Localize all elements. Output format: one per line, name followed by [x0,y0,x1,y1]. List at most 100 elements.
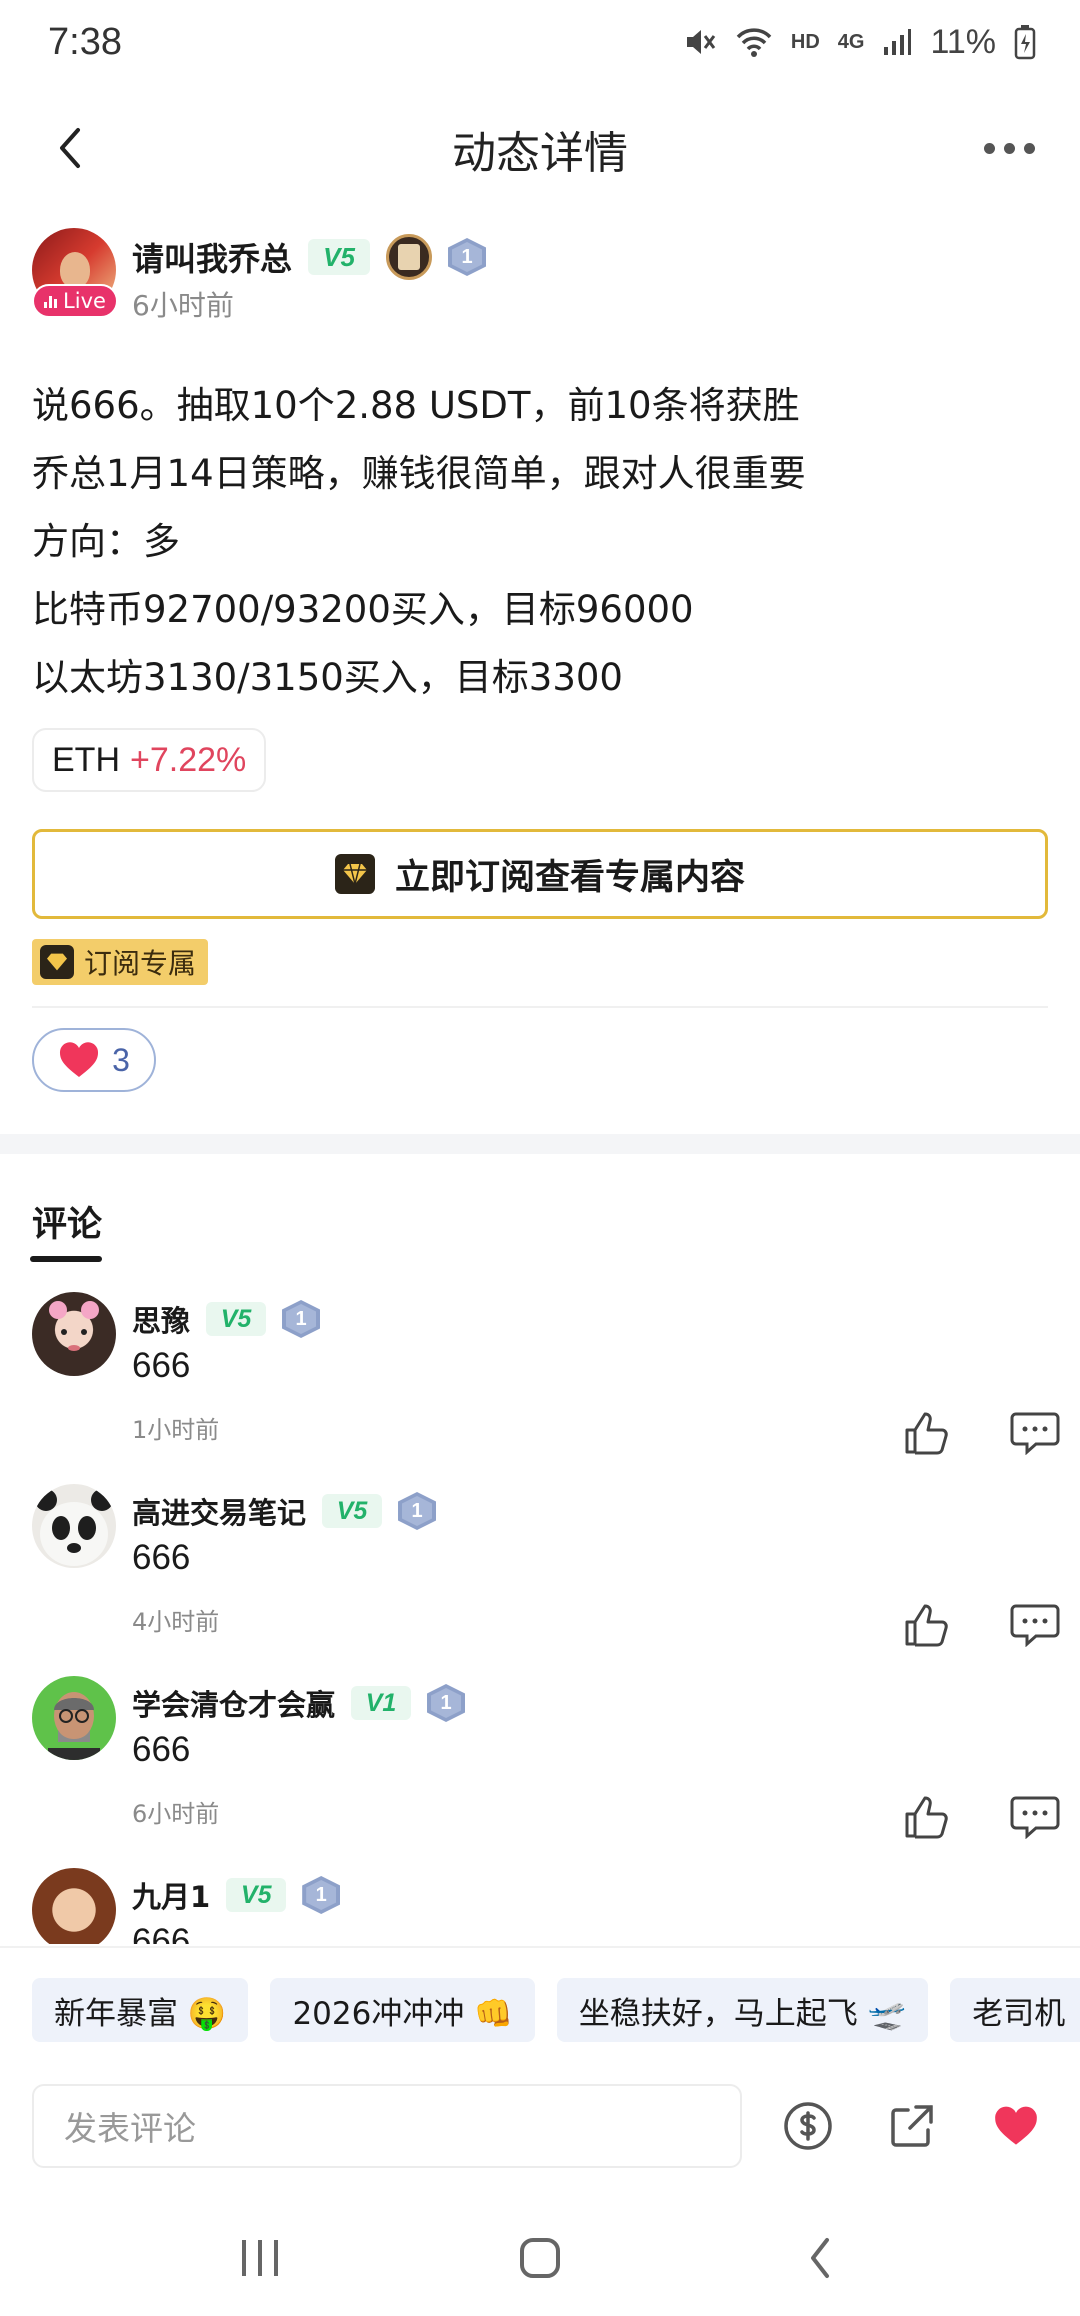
hd-indicator: HD [790,30,820,53]
recent-apps-button[interactable] [215,2218,305,2298]
live-bars-icon [44,294,58,308]
level-badge: 1 [427,1684,466,1722]
live-label: Live [63,289,106,313]
post-line: 方向：多 [32,520,180,563]
subscribe-button[interactable]: 立即订阅查看专属内容 [32,829,1048,919]
subscribe-tag-label: 订阅专属 [84,947,197,980]
back-button[interactable] [30,108,110,188]
diamond-icon [40,945,74,979]
post-content: 说666。抽取10个2.88 USDT，前10条将获胜 乔总1月14日策略，赚钱… [32,372,1048,712]
more-dot-icon [1003,142,1015,154]
battery-percent: 11% [930,22,996,61]
comment-time: 4小时前 [132,1608,220,1636]
comment-reply-button[interactable] [990,1590,1080,1660]
section-divider [0,1134,1080,1154]
quick-reply-chip[interactable]: 老司机 [950,1978,1080,2042]
status-bar: 7:38 HD 4G 11% [0,0,1080,84]
commenter-name[interactable]: 高进交易笔记 [132,1490,306,1532]
commenter-name[interactable]: 九月1 [132,1874,210,1916]
tab-indicator [30,1256,102,1262]
chat-bubble-icon [1010,1412,1060,1455]
home-button[interactable] [495,2218,585,2298]
heart-icon [995,2106,1037,2145]
comment-time: 6小时前 [132,1800,220,1828]
recent-apps-icon [242,2240,278,2276]
commenter-name[interactable]: 思豫 [132,1298,190,1340]
thumbs-up-icon [905,1604,948,1647]
mute-icon [686,30,716,54]
quick-reply-chip[interactable]: 2026冲冲冲 👊 [270,1978,535,2042]
commenter-name[interactable]: 学会清仓才会赢 [132,1682,335,1724]
post-line: 以太坊3130/3150买入，目标3300 [32,656,623,699]
share-button[interactable] [880,2094,944,2158]
more-dot-icon [983,142,995,154]
chat-bubble-icon [1010,1796,1060,1839]
vip-badge: V5 [226,1878,287,1912]
page-header: 动态详情 [0,84,1080,214]
tip-button[interactable] [776,2094,840,2158]
comment-item: 高进交易笔记 V5 1 666 4小时前 [32,1484,1060,1674]
subscribe-label: 立即订阅查看专属内容 [394,857,745,898]
comment-header: 九月1 V5 1 [132,1874,341,1916]
author-name[interactable]: 请叫我乔总 [132,234,292,280]
more-options-button[interactable] [964,118,1054,178]
share-icon [891,2105,933,2147]
author-name-row: 请叫我乔总 V5 1 [132,234,487,280]
favorite-button[interactable] [984,2094,1048,2158]
commenter-avatar[interactable] [32,1676,116,1760]
comment-time: 1小时前 [132,1416,220,1444]
quick-reply-bar: 新年暴富 🤑 2026冲冲冲 👊 坐稳扶好，马上起飞 🛫 老司机 [0,1946,1080,2072]
comment-item: 学会清仓才会赢 V1 1 666 6小时前 [32,1676,1060,1866]
coin-change: +7.22% [130,740,247,779]
quick-reply-list: 新年暴富 🤑 2026冲冲冲 👊 坐稳扶好，马上起飞 🛫 老司机 [32,1978,1080,2042]
tab-comments[interactable]: 评论 [32,1196,102,1247]
tip-coin-icon [784,2102,832,2150]
post-line: 比特币92700/93200买入，目标96000 [32,588,694,631]
comment-header: 思豫 V5 1 [132,1298,321,1340]
comment-text: 666 [132,1538,191,1577]
vip-badge: V1 [351,1686,412,1720]
comment-input[interactable]: 发表评论 [32,2084,742,2168]
thumbs-up-icon [905,1796,948,1839]
network-type: 4G [837,30,865,53]
vip-badge: V5 [308,239,371,275]
level-badge: 1 [302,1876,341,1914]
level-badge: 1 [282,1300,321,1338]
medal-icon [386,234,433,280]
comment-text: 666 [132,1346,191,1385]
divider [32,1006,1048,1008]
quick-reply-chip[interactable]: 新年暴富 🤑 [32,1978,249,2042]
commenter-avatar[interactable] [32,1292,116,1376]
comment-header: 高进交易笔记 V5 1 [132,1490,437,1532]
comment-item: 九月1 V5 1 666 [32,1868,1048,1944]
diamond-icon [334,854,375,894]
system-nav-bar [0,2200,1080,2316]
vip-badge: V5 [206,1302,267,1336]
vip-badge: V5 [322,1494,383,1528]
coin-chip[interactable]: ETH +7.22% [32,728,267,792]
like-button[interactable]: 3 [32,1028,156,1092]
system-back-button[interactable] [775,2218,865,2298]
comment-like-button[interactable] [892,1590,962,1660]
quick-reply-chip[interactable]: 坐稳扶好，马上起飞 🛫 [556,1978,929,2042]
live-badge[interactable]: Live [32,284,118,318]
comment-reply-button[interactable] [990,1398,1080,1468]
comment-like-button[interactable] [892,1782,962,1852]
page-title: 动态详情 [452,128,628,179]
subscribe-exclusive-tag: 订阅专属 [32,939,209,985]
level-badge: 1 [398,1492,437,1530]
commenter-avatar[interactable] [32,1484,116,1568]
comment-reply-button[interactable] [990,1782,1080,1852]
more-dot-icon [1023,142,1035,154]
battery-icon [1014,25,1036,60]
chevron-left-icon [60,128,80,168]
signal-icon [884,29,912,55]
post-author: Live 请叫我乔总 V5 1 6小时前 [32,228,1048,338]
comment-like-button[interactable] [892,1398,962,1468]
thumbs-up-icon [905,1412,948,1455]
post-time: 6小时前 [132,289,234,322]
status-time: 7:38 [48,20,122,63]
heart-icon [60,1042,99,1077]
wifi-icon [736,28,772,57]
commenter-avatar[interactable] [32,1868,116,1944]
